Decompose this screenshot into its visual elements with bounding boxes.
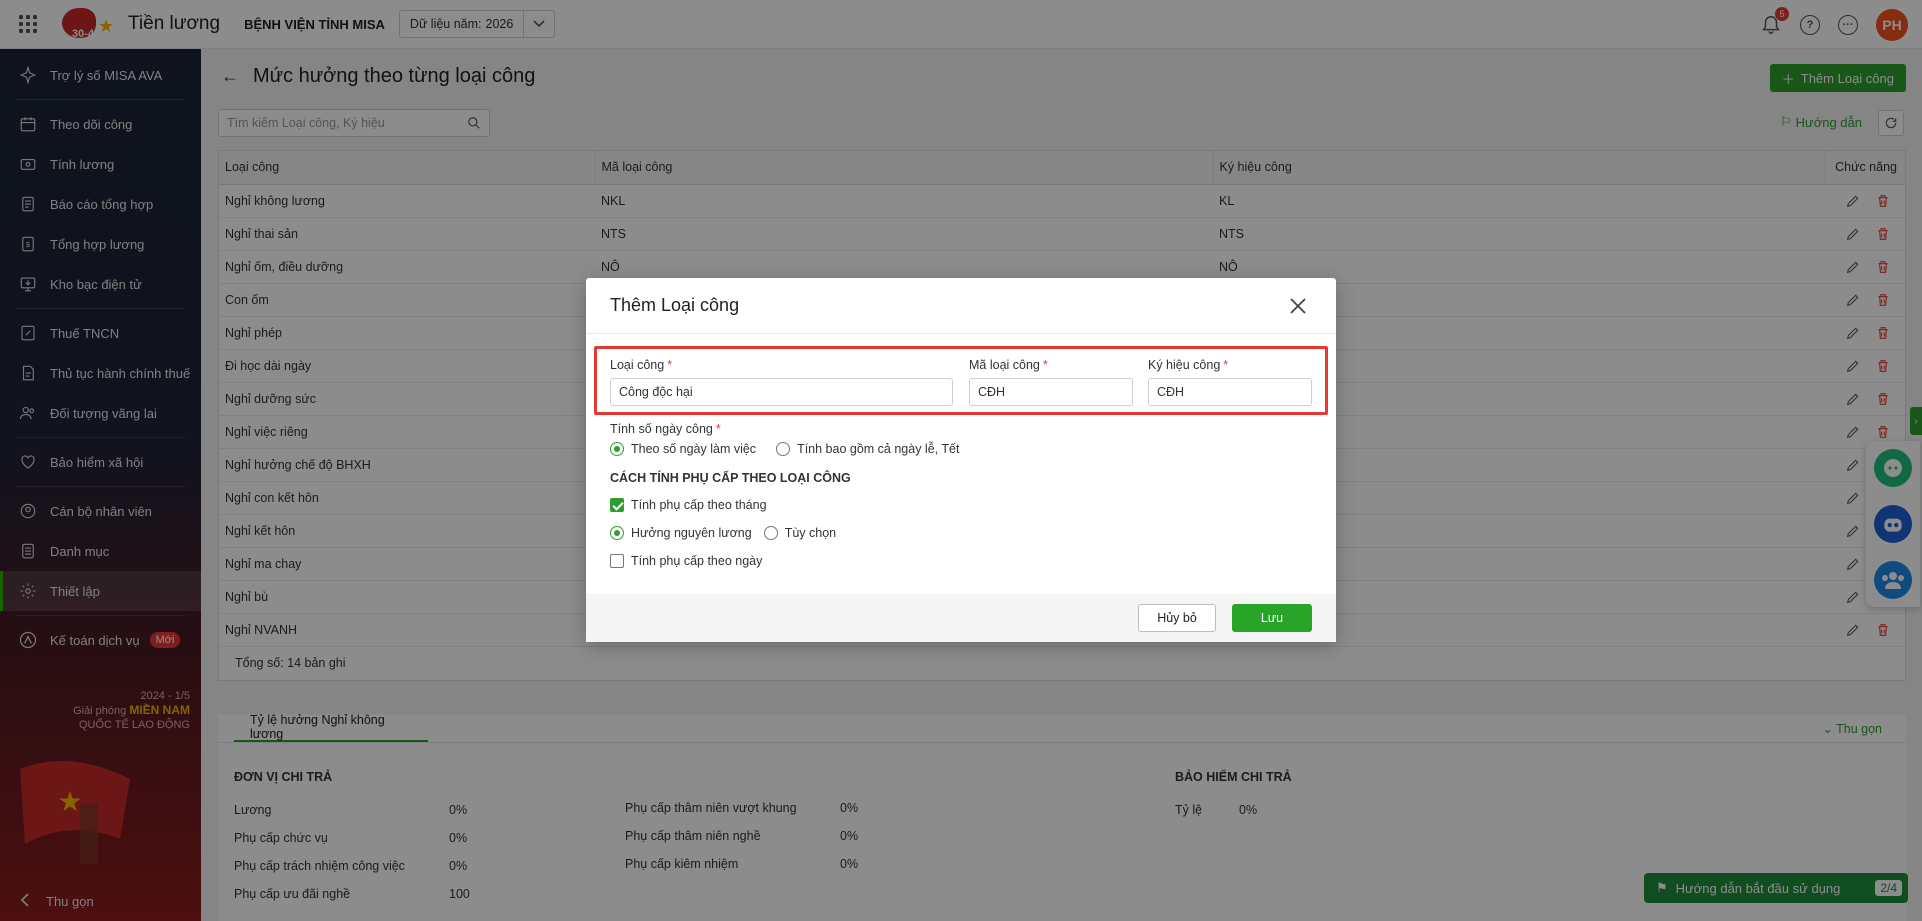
- field-label: Mã loại công: [969, 358, 1040, 372]
- daily-allowance-row: Tính phụ cấp theo ngày: [610, 554, 762, 568]
- days-count-label: Tính số ngày công *: [610, 422, 721, 436]
- checkbox-daily-allowance[interactable]: [610, 554, 624, 568]
- required-mark: *: [1042, 358, 1048, 372]
- dialog-title: Thêm Loại công: [610, 295, 740, 315]
- radio-custom-label[interactable]: Tùy chọn: [785, 526, 836, 540]
- required-mark: *: [715, 422, 721, 436]
- radio-working-days-label[interactable]: Theo số ngày làm việc: [631, 442, 756, 456]
- work-symbol-input[interactable]: [1148, 378, 1312, 406]
- radio-working-days[interactable]: [610, 442, 624, 456]
- save-button[interactable]: Lưu: [1232, 604, 1312, 632]
- close-icon[interactable]: [1286, 294, 1310, 318]
- work-type-code-input[interactable]: [969, 378, 1133, 406]
- radio-full-salary-label[interactable]: Hưởng nguyên lương: [631, 526, 752, 540]
- add-work-type-dialog: Thêm Loại công Loại công* Mã loại công* …: [586, 278, 1336, 642]
- cancel-button[interactable]: Hủy bỏ: [1138, 604, 1216, 632]
- work-type-name-input[interactable]: [610, 378, 953, 406]
- work-type-name-field: Loại công *: [610, 358, 953, 406]
- dialog-footer: Hủy bỏ Lưu: [586, 594, 1336, 642]
- days-count-options: Theo số ngày làm việc Tính bao gồm cả ng…: [610, 442, 959, 456]
- required-mark: *: [667, 358, 673, 372]
- radio-full-salary[interactable]: [610, 526, 624, 540]
- checkbox-daily-allowance-label[interactable]: Tính phụ cấp theo ngày: [631, 554, 762, 568]
- days-count-text: Tính số ngày công: [610, 422, 713, 436]
- radio-include-holidays[interactable]: [776, 442, 791, 456]
- allowance-type-options: Hưởng nguyên lương Tùy chọn: [610, 526, 836, 540]
- checkbox-monthly-allowance[interactable]: [610, 498, 624, 512]
- radio-custom[interactable]: [763, 526, 778, 540]
- field-label: Loại công: [610, 358, 665, 372]
- monthly-allowance-row: Tính phụ cấp theo tháng: [610, 498, 767, 512]
- radio-include-holidays-label[interactable]: Tính bao gồm cả ngày lễ, Tết: [797, 442, 959, 456]
- allowance-method-title: CÁCH TÍNH PHỤ CẤP THEO LOẠI CÔNG: [610, 471, 851, 485]
- required-mark: *: [1223, 358, 1229, 372]
- work-type-code-field: Mã loại công *: [969, 358, 1133, 406]
- checkbox-monthly-allowance-label[interactable]: Tính phụ cấp theo tháng: [631, 498, 767, 512]
- work-symbol-field: Ký hiệu công *: [1148, 358, 1312, 406]
- field-label: Ký hiệu công: [1148, 358, 1221, 372]
